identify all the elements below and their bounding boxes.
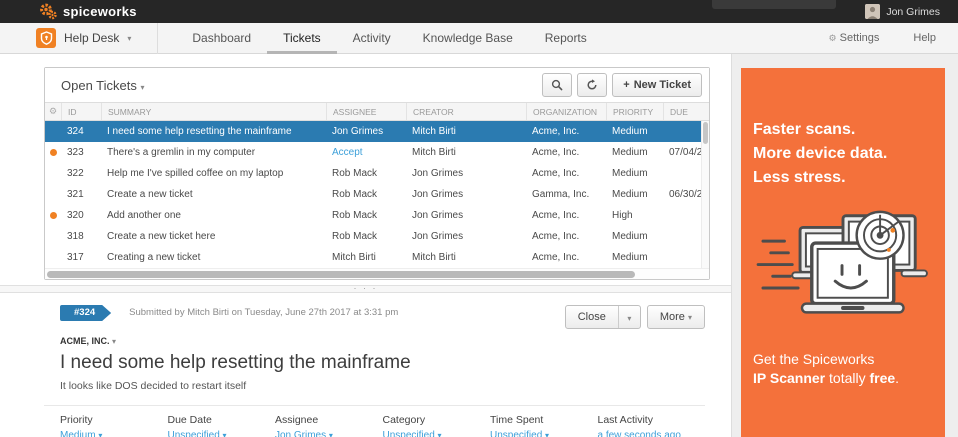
time-spent-dropdown[interactable]: Unspecified ▾ <box>490 430 598 437</box>
table-row[interactable]: 320 Add another one Rob Mack Jon Grimes … <box>45 205 709 226</box>
nav-item-tickets[interactable]: Tickets <box>267 23 337 54</box>
brand-text: spiceworks <box>63 4 137 19</box>
table-row[interactable]: 324 I need some help resetting the mainf… <box>45 121 709 142</box>
table-row[interactable]: 321 Create a new ticket Rob Mack Jon Gri… <box>45 184 709 205</box>
nav-item-reports[interactable]: Reports <box>529 23 603 54</box>
unread-dot-icon <box>50 212 57 219</box>
table-row[interactable]: 322 Help me I've spilled coffee on my la… <box>45 163 709 184</box>
column-header-organization[interactable]: ORGANIZATION <box>526 103 606 120</box>
ticket-list-card: Open Tickets ▾ <box>44 67 710 280</box>
caret-down-icon: ▾ <box>329 431 333 437</box>
ticket-rows: 324 I need some help resetting the mainf… <box>45 121 709 268</box>
nav-item-activity[interactable]: Activity <box>337 23 407 54</box>
table-header: ⚙ ID SUMMARY ASSIGNEE CREATOR ORGANIZATI… <box>45 103 709 121</box>
settings-link[interactable]: ⚙Settings <box>829 32 914 44</box>
column-header-priority[interactable]: PRIORITY <box>606 103 663 120</box>
ticket-title: I need some help resetting the mainframe <box>60 352 705 374</box>
plus-icon: + <box>623 79 629 91</box>
field-category: Category Unspecified ▾ <box>383 414 491 437</box>
field-assignee: Assignee Jon Grimes ▾ <box>275 414 383 437</box>
caret-down-icon: ▾ <box>545 431 549 437</box>
last-activity-link[interactable]: a few seconds ago <box>598 430 706 437</box>
ad-headline: Faster scans. More device data. Less str… <box>753 118 945 190</box>
topbar: spiceworks Jon Grimes <box>0 0 958 23</box>
ticket-description: It looks like DOS decided to restart its… <box>60 380 705 392</box>
column-header-summary[interactable]: SUMMARY <box>101 103 326 120</box>
search-button[interactable] <box>542 73 572 97</box>
submitted-text: Submitted by Mitch Birti on Tuesday, Jun… <box>129 305 398 321</box>
fields-divider <box>44 405 705 406</box>
caret-down-icon: ▾ <box>141 83 145 92</box>
vertical-scrollbar[interactable] <box>701 121 709 268</box>
category-dropdown[interactable]: Unspecified ▾ <box>383 430 491 437</box>
close-dropdown-button[interactable]: ▾ <box>618 306 640 328</box>
spiceworks-logo[interactable]: spiceworks <box>38 3 137 20</box>
ad-cta-text: Get the Spiceworks IP Scanner totally fr… <box>753 350 945 388</box>
nav-item-knowledge-base[interactable]: Knowledge Base <box>407 23 529 54</box>
table-row[interactable]: 317 Creating a new ticket Mitch Birti Mi… <box>45 247 709 268</box>
column-settings-gear-icon[interactable]: ⚙ <box>49 106 57 117</box>
column-header-creator[interactable]: CREATOR <box>406 103 526 120</box>
pane-splitter-handle[interactable]: · · · <box>0 285 731 293</box>
vertical-scrollbar-thumb[interactable] <box>703 122 708 144</box>
caret-down-icon: ▾ <box>98 431 102 437</box>
due-date-dropdown[interactable]: Unspecified ▾ <box>168 430 276 437</box>
help-desk-app-switcher[interactable]: Help Desk ▾ <box>36 23 158 54</box>
ticket-detail-pane: #324 Submitted by Mitch Birti on Tuesday… <box>0 295 731 437</box>
column-header-id[interactable]: ID <box>61 103 101 120</box>
field-due-date: Due Date Unspecified ▾ <box>168 414 276 437</box>
caret-down-icon: ▾ <box>127 34 131 43</box>
table-row[interactable]: 318 Create a new ticket here Rob Mack Jo… <box>45 226 709 247</box>
view-selector[interactable]: Open Tickets ▾ <box>61 78 145 93</box>
topbar-search-input[interactable] <box>712 0 836 9</box>
nav-item-dashboard[interactable]: Dashboard <box>176 23 267 54</box>
unread-dot-icon <box>50 149 57 156</box>
priority-dropdown[interactable]: Medium ▾ <box>60 430 168 437</box>
caret-down-icon: ▾ <box>438 431 442 437</box>
app-label: Help Desk <box>64 31 119 45</box>
accept-link[interactable]: Accept <box>326 147 406 158</box>
help-link[interactable]: Help <box>913 32 958 44</box>
ticket-fields: Priority Medium ▾ Due Date Unspecified ▾… <box>60 414 705 437</box>
sidebar: Faster scans. More device data. Less str… <box>731 54 958 437</box>
close-button[interactable]: Close <box>566 306 618 328</box>
column-header-due[interactable]: DUE <box>663 103 709 120</box>
caret-down-icon: ▾ <box>112 337 116 346</box>
horizontal-scrollbar-thumb[interactable] <box>47 271 635 278</box>
app-nav: Help Desk ▾ Dashboard Tickets Activity K… <box>0 23 958 54</box>
caret-down-icon: ▾ <box>688 313 692 322</box>
gear-icon: ⚙ <box>829 33 837 43</box>
more-button[interactable]: More ▾ <box>647 305 705 329</box>
organization-selector[interactable]: ACME, INC. ▾ <box>60 336 705 346</box>
ip-scanner-ad[interactable]: Faster scans. More device data. Less str… <box>741 68 945 437</box>
user-avatar[interactable] <box>865 4 880 19</box>
table-row[interactable]: 323 There's a gremlin in my computer Acc… <box>45 142 709 163</box>
caret-down-icon: ▾ <box>627 314 631 323</box>
search-icon <box>551 79 563 91</box>
refresh-icon <box>586 79 598 91</box>
assignee-dropdown[interactable]: Jon Grimes ▾ <box>275 430 383 437</box>
column-header-assignee[interactable]: ASSIGNEE <box>326 103 406 120</box>
tickets-pane: Open Tickets ▾ <box>0 54 731 437</box>
field-time-spent: Time Spent Unspecified ▾ <box>490 414 598 437</box>
refresh-button[interactable] <box>577 73 607 97</box>
field-last-activity: Last Activity a few seconds ago <box>598 414 706 437</box>
new-ticket-button[interactable]: + New Ticket <box>612 73 702 97</box>
horizontal-scrollbar[interactable] <box>45 268 709 279</box>
caret-down-icon: ▾ <box>223 431 227 437</box>
ticket-number-badge: #324 <box>60 305 111 321</box>
laptops-radar-illustration <box>741 206 945 328</box>
field-priority: Priority Medium ▾ <box>60 414 168 437</box>
close-split-button[interactable]: Close ▾ <box>565 305 641 329</box>
help-desk-icon <box>36 28 56 48</box>
spiceworks-gears-icon <box>38 3 58 20</box>
user-menu[interactable]: Jon Grimes <box>886 6 940 18</box>
